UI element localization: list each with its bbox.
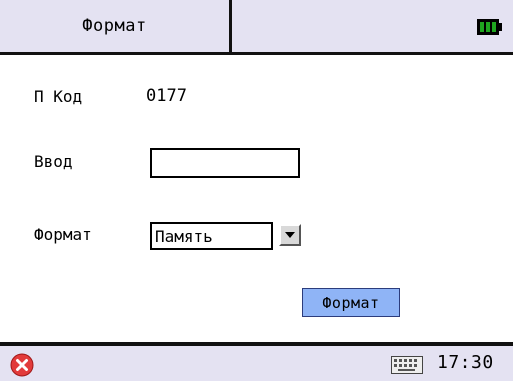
input-label: Ввод — [34, 152, 73, 171]
format-button[interactable]: Формат — [302, 288, 400, 317]
format-dropdown-button[interactable] — [279, 224, 301, 246]
page-title: Формат — [82, 16, 147, 36]
title-divider — [229, 0, 232, 52]
close-icon[interactable] — [10, 353, 34, 377]
battery-icon — [477, 19, 502, 35]
clock-time: 17:30 — [437, 352, 494, 373]
input-field[interactable] — [150, 148, 300, 178]
title-bar: Формат — [0, 0, 513, 55]
format-label: Формат — [34, 225, 92, 244]
chevron-down-icon — [285, 232, 295, 238]
code-label: П Код — [34, 87, 83, 106]
code-value: 0177 — [146, 86, 187, 106]
taskbar: 17:30 — [0, 342, 513, 381]
format-select[interactable]: Память — [150, 222, 273, 250]
format-select-value: Память — [155, 226, 213, 246]
keyboard-icon[interactable] — [391, 356, 423, 374]
